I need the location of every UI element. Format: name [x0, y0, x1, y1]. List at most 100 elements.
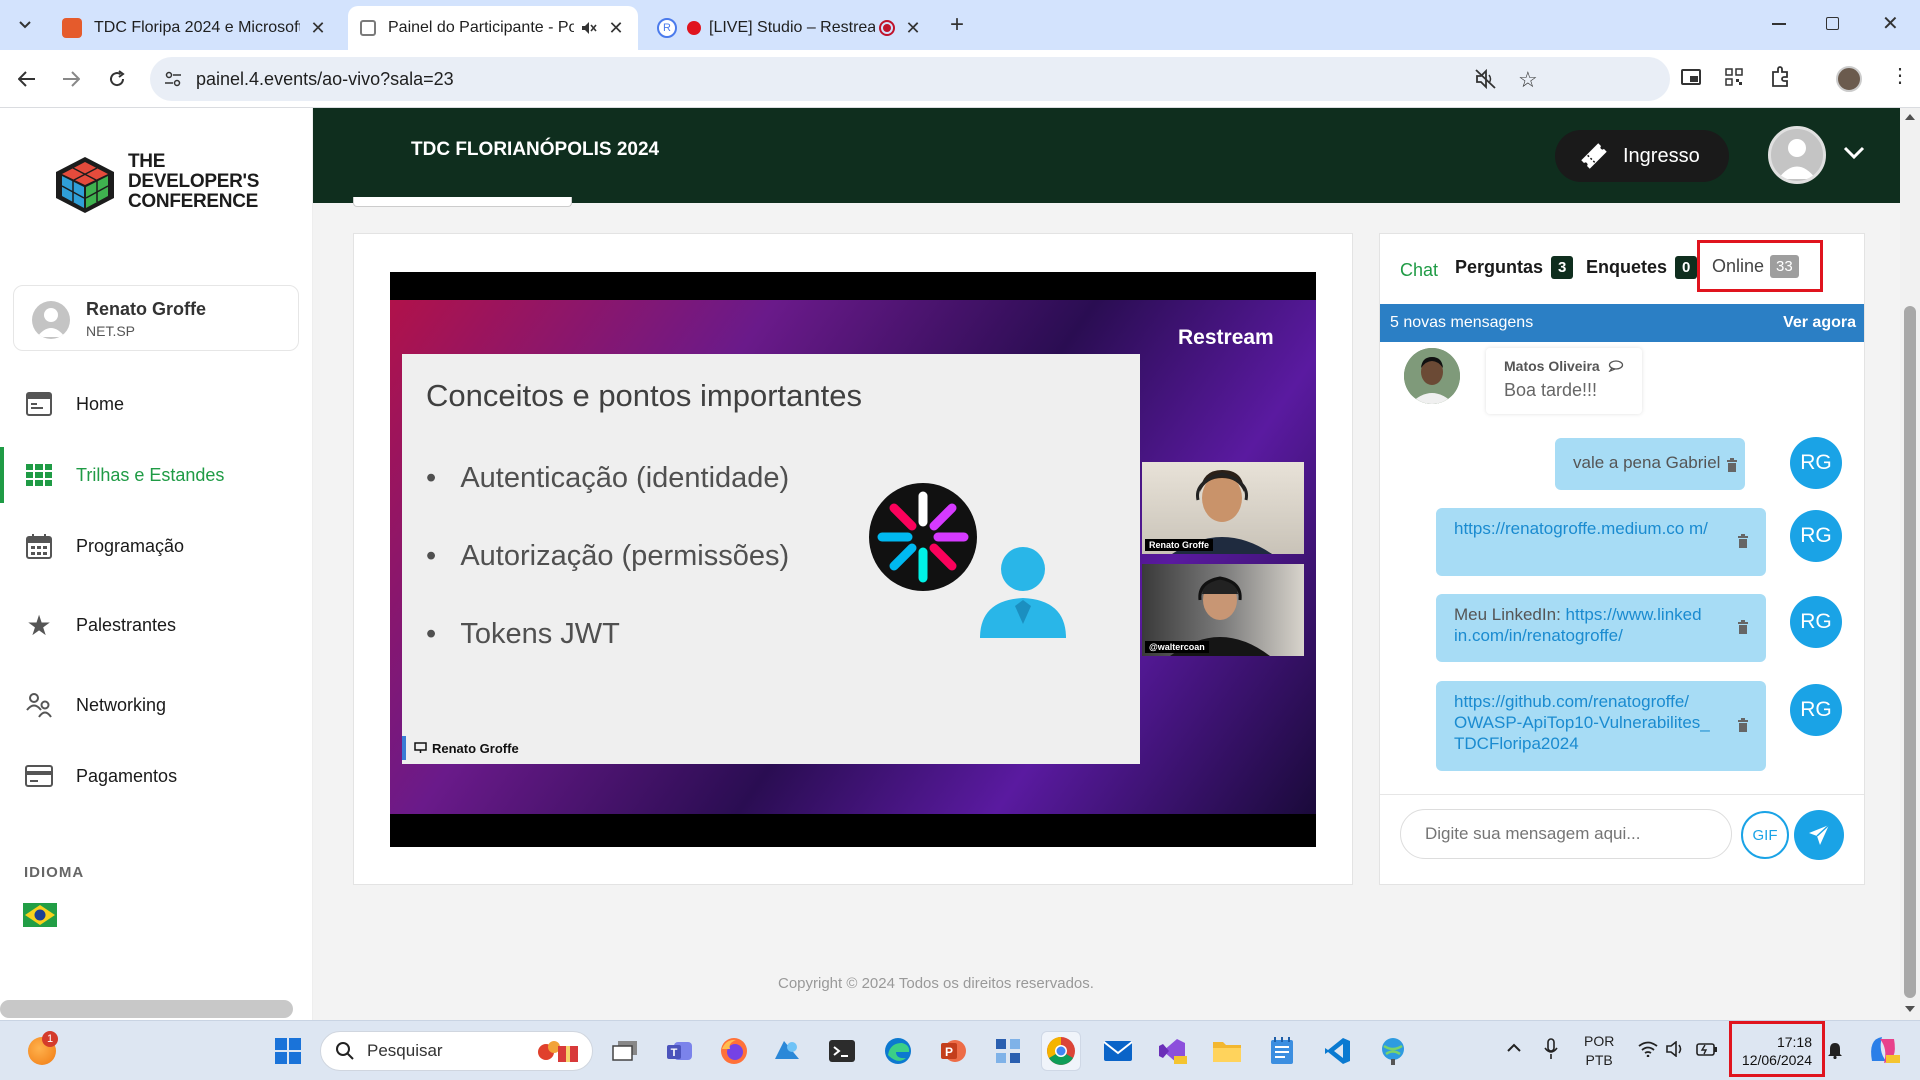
menu-item-pagamentos[interactable]: Pagamentos — [0, 748, 312, 804]
battery-icon[interactable] — [1696, 1041, 1718, 1057]
menu-item-trilhas[interactable]: Trilhas e Estandes — [0, 447, 312, 503]
azure-data-studio-icon[interactable] — [767, 1031, 807, 1071]
sidebar-scrollbar[interactable] — [0, 1000, 293, 1018]
tab-title: Painel do Participante - Pow — [388, 19, 574, 36]
close-tab-icon[interactable]: ✕ — [903, 18, 923, 39]
omnibox[interactable]: painel.4.events/ao-vivo?sala=23 ☆ — [150, 57, 1670, 101]
menu-item-home[interactable]: Home — [0, 376, 312, 432]
taskbar-search[interactable]: Pesquisar — [320, 1031, 593, 1071]
tab-enquetes[interactable]: Enquetes 0 — [1586, 256, 1698, 279]
chrome-icon[interactable] — [1041, 1031, 1081, 1071]
scrollbar-thumb[interactable] — [1904, 306, 1916, 998]
scroll-down-icon[interactable] — [1905, 1006, 1915, 1012]
user-card[interactable]: Renato Groffe NET.SP — [13, 285, 299, 351]
browser-tab-restream[interactable]: R [LIVE] Studio – Restream ✕ — [645, 6, 935, 50]
network-app-icon[interactable] — [1373, 1031, 1413, 1071]
browser-menu-icon[interactable]: ⋮ — [1890, 66, 1910, 86]
enquetes-count-badge: 0 — [1675, 256, 1698, 279]
volume-icon[interactable] — [1666, 1041, 1686, 1057]
tab-search-icon[interactable] — [14, 14, 36, 36]
tab-title: [LIVE] Studio – Restream — [709, 19, 875, 36]
visual-studio-preview-icon[interactable] — [1152, 1031, 1192, 1071]
package-tool-icon[interactable] — [988, 1031, 1028, 1071]
microphone-icon[interactable] — [1544, 1038, 1558, 1060]
gif-button[interactable]: GIF — [1741, 811, 1789, 859]
browser-tab-tdc[interactable]: TDC Floripa 2024 e Microsoft ✕ — [50, 6, 340, 50]
brazil-flag-icon[interactable] — [23, 903, 57, 927]
new-messages-banner[interactable]: 5 novas mensagens Ver agora — [1380, 304, 1864, 342]
new-tab-icon[interactable]: + — [950, 11, 964, 39]
minimize-icon[interactable] — [1772, 23, 1786, 25]
picture-in-picture-icon[interactable] — [1681, 69, 1701, 85]
ticket-button[interactable]: Ingresso — [1555, 130, 1729, 182]
delete-message-icon[interactable] — [1726, 458, 1738, 472]
tab-muted-icon[interactable] — [580, 19, 598, 37]
qr-code-icon[interactable] — [1725, 68, 1743, 86]
task-view-icon[interactable] — [605, 1031, 645, 1071]
chat-composer-divider — [1380, 794, 1864, 795]
forward-icon[interactable] — [55, 63, 87, 95]
scroll-up-icon[interactable] — [1905, 114, 1915, 120]
menu-item-programacao[interactable]: Programação — [0, 518, 312, 574]
tray-overflow-chevron-icon[interactable] — [1506, 1043, 1522, 1053]
menu-item-networking[interactable]: Networking — [0, 677, 312, 733]
menu-item-palestrantes[interactable]: ★ Palestrantes — [0, 597, 312, 653]
restream-favicon-icon: R — [657, 18, 677, 38]
close-tab-icon[interactable]: ✕ — [308, 18, 328, 39]
tab-online[interactable]: Online 33 — [1697, 240, 1823, 292]
page-scrollbar-track[interactable] — [1900, 108, 1920, 1020]
see-now-link[interactable]: Ver agora — [1783, 314, 1856, 332]
footer-copyright: Copyright © 2024 Todos os direitos reser… — [778, 975, 1094, 992]
firefox-icon[interactable] — [714, 1031, 754, 1071]
reload-icon[interactable] — [101, 63, 133, 95]
site-muted-icon[interactable] — [1475, 69, 1497, 89]
extensions-icon[interactable] — [1769, 66, 1791, 88]
delete-message-icon[interactable] — [1737, 620, 1749, 634]
message-link[interactable]: https://github.com/renatogroffe/ OWASP-A… — [1454, 692, 1710, 753]
tdc-logo[interactable]: THE DEVELOPER'S CONFERENCE — [52, 152, 272, 218]
networking-icon — [24, 690, 54, 720]
delete-message-icon[interactable] — [1737, 718, 1749, 732]
user-avatar-icon — [32, 301, 70, 339]
restore-icon[interactable] — [1826, 17, 1839, 30]
send-button[interactable] — [1794, 810, 1844, 860]
copilot-preview-icon[interactable] — [1866, 1033, 1900, 1067]
tab-chat[interactable]: Chat — [1400, 260, 1438, 281]
wifi-icon[interactable] — [1638, 1041, 1658, 1057]
file-explorer-icon[interactable] — [1207, 1031, 1247, 1071]
close-tab-icon[interactable]: ✕ — [606, 18, 626, 39]
video-player[interactable]: Restream Conceitos e pontos importantes … — [390, 272, 1316, 847]
browser-toolbar: painel.4.events/ao-vivo?sala=23 ☆ ⋮ — [0, 50, 1920, 108]
profile-avatar-icon[interactable] — [1836, 66, 1862, 92]
presenter-label: Renato Groffe — [402, 736, 519, 760]
mail-icon[interactable] — [1098, 1031, 1138, 1071]
powerpoint-icon[interactable]: P — [933, 1031, 973, 1071]
close-window-icon[interactable]: ✕ — [1882, 11, 1899, 36]
bookmark-star-icon[interactable]: ☆ — [1518, 67, 1538, 93]
home-window-icon — [24, 389, 54, 419]
message-author: Matos Oliveira — [1504, 358, 1600, 374]
notifications-bell-icon[interactable] — [1827, 1041, 1843, 1059]
screen-share-icon — [414, 742, 427, 754]
chat-message-input[interactable] — [1400, 809, 1732, 859]
back-icon[interactable] — [11, 63, 43, 95]
notepad-icon[interactable] — [1262, 1031, 1302, 1071]
online-count-badge: 33 — [1770, 254, 1799, 278]
tab-perguntas[interactable]: Perguntas 3 — [1455, 256, 1574, 279]
windows-start-icon[interactable] — [268, 1031, 308, 1071]
header-avatar-icon[interactable] — [1768, 126, 1826, 184]
browser-tab-painel[interactable]: Painel do Participante - Pow ✕ — [348, 6, 638, 50]
message-link[interactable]: https://renatogroffe.medium.co m/ — [1454, 519, 1708, 538]
site-info-icon[interactable] — [164, 71, 182, 87]
delete-message-icon[interactable] — [1737, 534, 1749, 548]
clock[interactable]: 17:18 12/06/2024 — [1729, 1021, 1825, 1077]
windows-taskbar: 1 Pesquisar T P POR PTB 17:18 12/06/2024 — [0, 1020, 1920, 1080]
input-language[interactable]: POR PTB — [1584, 1032, 1614, 1070]
terminal-icon[interactable] — [822, 1031, 862, 1071]
reply-icon[interactable] — [1608, 360, 1624, 372]
vscode-icon[interactable] — [1317, 1031, 1357, 1071]
teams-icon[interactable]: T — [660, 1031, 700, 1071]
chevron-down-icon[interactable] — [1843, 146, 1865, 160]
menu-label: Programação — [76, 535, 185, 556]
edge-icon[interactable] — [878, 1031, 918, 1071]
